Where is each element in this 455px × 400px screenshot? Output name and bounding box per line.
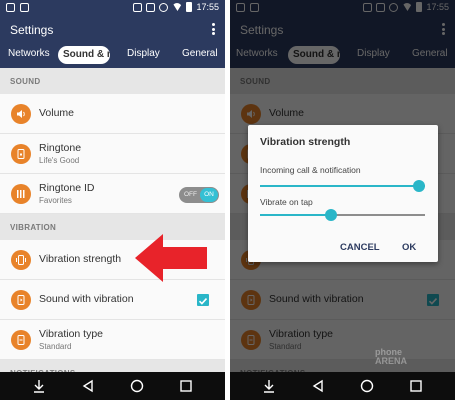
item-label: Sound with vibration	[39, 293, 134, 305]
item-label: Vibration strength	[39, 253, 122, 265]
vibrate-icon	[11, 250, 31, 270]
item-label: Volume	[39, 107, 75, 119]
briefcase-notification-icon	[20, 3, 29, 12]
phonearena-watermark: phone ARENA	[375, 348, 407, 366]
tab-bar: Networks Sound & n Display General	[0, 44, 225, 66]
status-bar: 17:55	[0, 0, 225, 16]
app-bar: Settings Networks Sound & n Display Gene…	[0, 16, 225, 68]
right-screen: 17:55 Settings Networks Sound & n Displa…	[230, 0, 455, 400]
speaker-icon	[11, 104, 31, 124]
item-label: Vibration type	[39, 328, 104, 340]
incoming-call-slider[interactable]	[260, 180, 425, 192]
notification-pull-icon[interactable]	[30, 377, 48, 395]
ringtone-id-toggle[interactable]: OFF ON	[179, 187, 219, 203]
item-subtitle: Life's Good	[39, 156, 80, 165]
slider-fill	[260, 185, 419, 187]
sound-vibrate-icon	[11, 290, 31, 310]
item-subtitle: Standard	[39, 342, 72, 351]
navigation-bar	[230, 372, 455, 400]
watermark-line-2: ARENA	[375, 356, 408, 366]
overflow-menu-icon[interactable]	[207, 21, 219, 37]
page-title: Settings	[10, 23, 54, 37]
check-icon	[198, 298, 208, 305]
tab-display[interactable]: Display	[127, 48, 160, 59]
list-item-volume[interactable]: Volume	[0, 94, 225, 134]
home-icon[interactable]	[358, 377, 376, 395]
item-label: Ringtone	[39, 142, 82, 154]
contact-icon	[11, 184, 31, 204]
vibrate-status-icon	[146, 2, 156, 12]
nfc-icon	[133, 2, 143, 12]
wifi-icon	[172, 3, 183, 11]
tab-sound[interactable]: Sound & n	[58, 46, 110, 64]
item-label: Ringtone ID	[39, 182, 95, 194]
vibrate-on-tap-slider[interactable]	[260, 209, 425, 221]
back-icon[interactable]	[309, 377, 327, 395]
gallery-notification-icon	[6, 3, 15, 12]
list-item-ringtone[interactable]: Ringtone Life's Good	[0, 134, 225, 174]
item-subtitle: Favorites	[39, 196, 72, 205]
ringtone-icon	[11, 144, 31, 164]
sound-with-vibration-checkbox[interactable]	[197, 294, 209, 306]
left-screen: 17:55 Settings Networks Sound & n Displa…	[0, 0, 225, 400]
section-header-sound: SOUND	[0, 68, 225, 94]
incoming-call-slider-label: Incoming call & notification	[260, 165, 361, 175]
settings-list: SOUND Volume Ringtone Life's Good Ringto…	[0, 68, 225, 386]
notification-pull-icon[interactable]	[260, 377, 278, 395]
status-time: 17:55	[196, 2, 219, 12]
cancel-button[interactable]: CANCEL	[340, 242, 380, 253]
slider-fill	[260, 214, 331, 216]
toggle-on-label: ON	[200, 188, 218, 202]
list-item-ringtone-id[interactable]: Ringtone ID Favorites OFF ON	[0, 174, 225, 214]
ok-button[interactable]: OK	[402, 242, 416, 253]
home-icon[interactable]	[128, 377, 146, 395]
battery-icon	[186, 2, 193, 12]
list-item-sound-with-vibration[interactable]: Sound with vibration	[0, 280, 225, 320]
red-arrow-icon	[135, 234, 207, 282]
tab-networks[interactable]: Networks	[8, 48, 50, 59]
dialog-title: Vibration strength	[260, 136, 351, 148]
recents-icon[interactable]	[177, 377, 195, 395]
slider-thumb[interactable]	[324, 209, 337, 221]
recents-icon[interactable]	[407, 377, 425, 395]
navigation-bar	[0, 372, 225, 400]
vibration-strength-dialog: Vibration strength Incoming call & notif…	[248, 125, 438, 262]
slider-thumb[interactable]	[413, 180, 425, 192]
tab-general[interactable]: General	[182, 48, 218, 59]
alarm-icon	[159, 2, 169, 12]
toggle-off-label: OFF	[184, 191, 197, 198]
back-icon[interactable]	[79, 377, 97, 395]
vibrate-type-icon	[11, 330, 31, 350]
vibrate-on-tap-slider-label: Vibrate on tap	[260, 197, 313, 207]
list-item-vibration-type[interactable]: Vibration type Standard	[0, 320, 225, 360]
